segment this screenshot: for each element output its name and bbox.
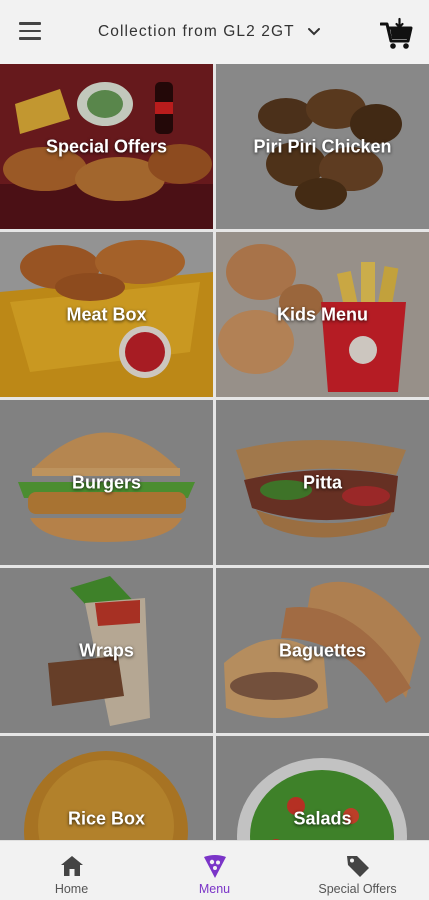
nav-menu-label: Menu [198,882,231,896]
nav-menu[interactable]: Menu [143,841,286,900]
chevron-down-icon [307,28,320,36]
category-label: Rice Box [67,808,146,828]
category-tile-burgers[interactable]: Burgers [0,400,213,565]
category-label: Kids Menu [276,304,368,324]
pizza-slice-icon [203,855,226,878]
category-label: Wraps [79,640,134,660]
nav-home-label: Home [54,882,89,896]
category-tile-kids-menu[interactable]: Kids Menu [216,232,429,397]
category-tile-wraps[interactable]: Wraps [0,568,213,733]
category-label: Burgers [71,472,142,492]
home-icon [60,856,83,876]
category-tile-piri-piri-chicken[interactable]: Piri Piri Chicken [216,64,429,229]
bottom-navigation: Home Menu Special Offers [0,840,429,900]
category-tile-meat-box[interactable]: Meat Box [0,232,213,397]
collection-selector[interactable]: Collection from GL2 2GT [98,18,321,46]
category-grid: Special Offers Piri Piri Chicken Meat Bo [0,64,429,840]
category-tile-salads[interactable]: Salads [216,736,429,840]
nav-special-offers-label: Special Offers [318,882,397,896]
category-label: Piri Piri Chicken [253,136,392,156]
cart-icon[interactable] [380,17,414,51]
category-label: Special Offers [45,136,168,156]
category-tile-pitta[interactable]: Pitta [216,400,429,565]
category-label: Meat Box [66,304,147,324]
category-label: Pitta [302,472,342,492]
category-tile-special-offers[interactable]: Special Offers [0,64,213,229]
app-header: Collection from GL2 2GT [0,0,429,64]
category-tile-rice-box[interactable]: Rice Box [0,736,213,840]
category-label: Salads [293,808,352,828]
category-label: Baguettes [278,640,367,660]
nav-special-offers[interactable]: Special Offers [286,841,429,900]
category-tile-baguettes[interactable]: Baguettes [216,568,429,733]
collection-label: Collection from GL2 2GT [98,23,295,40]
hamburger-icon[interactable] [19,22,43,42]
tag-icon [346,856,369,877]
nav-home[interactable]: Home [0,841,143,900]
